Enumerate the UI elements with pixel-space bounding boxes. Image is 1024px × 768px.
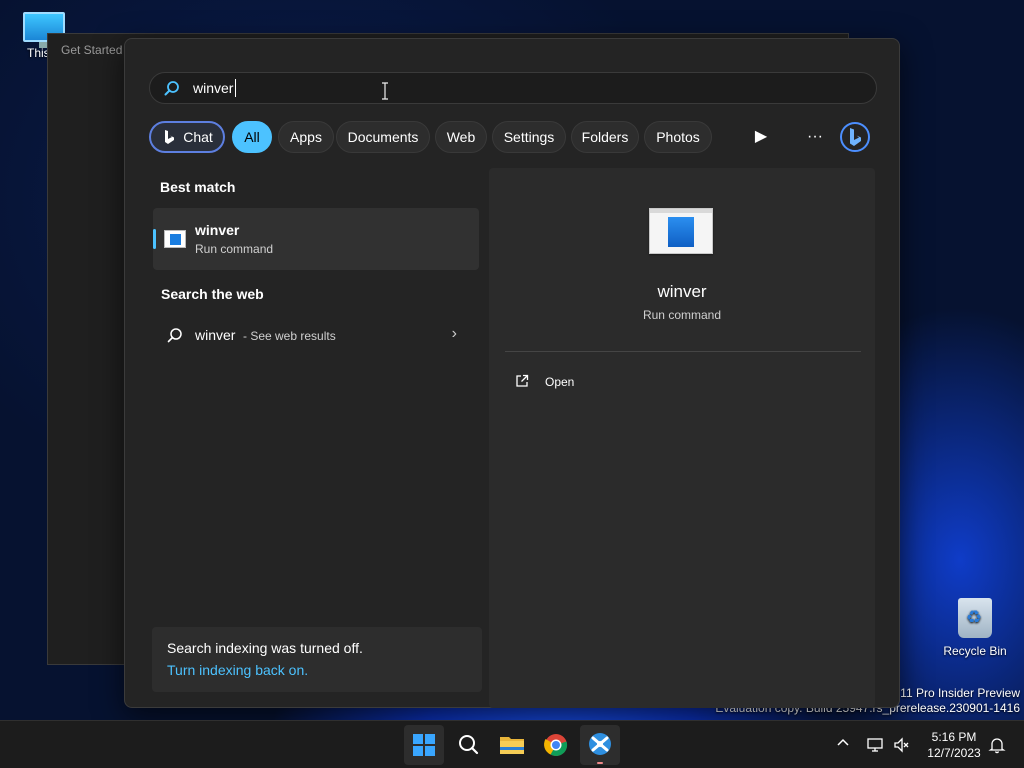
search-icon — [459, 735, 479, 755]
desktop-icon-recycle-bin[interactable]: Recycle Bin — [940, 596, 1010, 658]
clock-date: 12/7/2023 — [927, 746, 981, 760]
text-cursor-icon — [382, 82, 388, 100]
recycle-bin-icon — [958, 598, 992, 638]
preview-type: Run command — [642, 308, 722, 322]
desktop: This P Recycle Bin s 11 Pro Insider Prev… — [0, 0, 1024, 720]
indexing-message: Search indexing was turned off. — [167, 640, 363, 656]
selection-indicator — [153, 229, 156, 249]
filter-folders[interactable]: Folders — [571, 121, 639, 153]
clock[interactable]: 5:16 PM 12/7/2023 — [918, 729, 990, 768]
indexing-notice: Search indexing was turned off. Turn ind… — [152, 627, 482, 692]
bing-chat-icon[interactable] — [839, 121, 871, 153]
more-options-icon[interactable]: ··· — [799, 121, 831, 153]
filter-documents[interactable]: Documents — [336, 121, 430, 153]
folder-icon — [500, 737, 524, 754]
divider — [505, 351, 861, 352]
search-input[interactable]: winver — [149, 72, 877, 104]
web-result[interactable]: winver - See web results › — [153, 319, 479, 351]
filter-all[interactable]: All — [232, 121, 272, 153]
search-web-heading: Search the web — [161, 286, 264, 302]
network-icon[interactable] — [866, 736, 884, 768]
notification-bell-icon[interactable] — [988, 736, 1006, 768]
volume-muted-icon[interactable] — [893, 736, 911, 768]
chrome-button[interactable] — [536, 725, 576, 765]
result-name: winver — [195, 222, 240, 238]
web-query: winver — [195, 327, 236, 343]
filter-apps[interactable]: Apps — [278, 121, 334, 153]
open-external-icon — [516, 374, 529, 387]
window-title: Get Started — [61, 43, 123, 57]
filter-settings[interactable]: Settings — [492, 121, 566, 153]
filter-web[interactable]: Web — [435, 121, 487, 153]
result-type: Run command — [195, 242, 274, 256]
run-command-large-icon — [649, 208, 713, 254]
play-more-filters-icon[interactable]: ▶ — [745, 121, 777, 153]
preview-pane: winver Run command Open — [489, 168, 875, 708]
chrome-icon — [544, 734, 568, 757]
search-icon — [167, 328, 182, 343]
filter-label: Chat — [183, 129, 213, 145]
run-command-icon — [164, 230, 186, 248]
open-label: Open — [545, 375, 575, 389]
start-button[interactable] — [404, 725, 444, 765]
desktop-icon-label: Recycle Bin — [943, 644, 1007, 658]
pinned-app-button[interactable] — [580, 725, 620, 765]
indexing-link[interactable]: Turn indexing back on. — [167, 662, 308, 678]
chevron-right-icon: › — [451, 325, 457, 342]
best-match-heading: Best match — [160, 179, 236, 195]
text-caret — [235, 79, 236, 97]
filter-chat[interactable]: Chat — [149, 121, 225, 153]
search-icon — [164, 81, 179, 96]
bing-icon — [165, 130, 174, 144]
search-flyout: winver Chat All Apps Documents Web Setti… — [124, 38, 900, 708]
clock-time: 5:16 PM — [931, 730, 977, 744]
watermark-edition: s 11 Pro Insider Preview — [890, 686, 1020, 700]
best-match-result[interactable]: winver Run command — [153, 208, 479, 270]
bing-logo-icon — [840, 122, 870, 152]
open-action[interactable]: Open — [505, 368, 625, 396]
taskbar-search-button[interactable] — [448, 725, 488, 765]
taskbar: 5:16 PM 12/7/2023 — [0, 720, 1024, 768]
filter-photos[interactable]: Photos — [644, 121, 712, 153]
chevron-up-icon[interactable] — [836, 735, 850, 768]
preview-name: winver — [657, 282, 707, 301]
app-icon — [589, 733, 611, 764]
file-explorer-button[interactable] — [492, 725, 532, 765]
web-hint: - See web results — [243, 329, 336, 343]
search-query: winver — [193, 80, 234, 96]
